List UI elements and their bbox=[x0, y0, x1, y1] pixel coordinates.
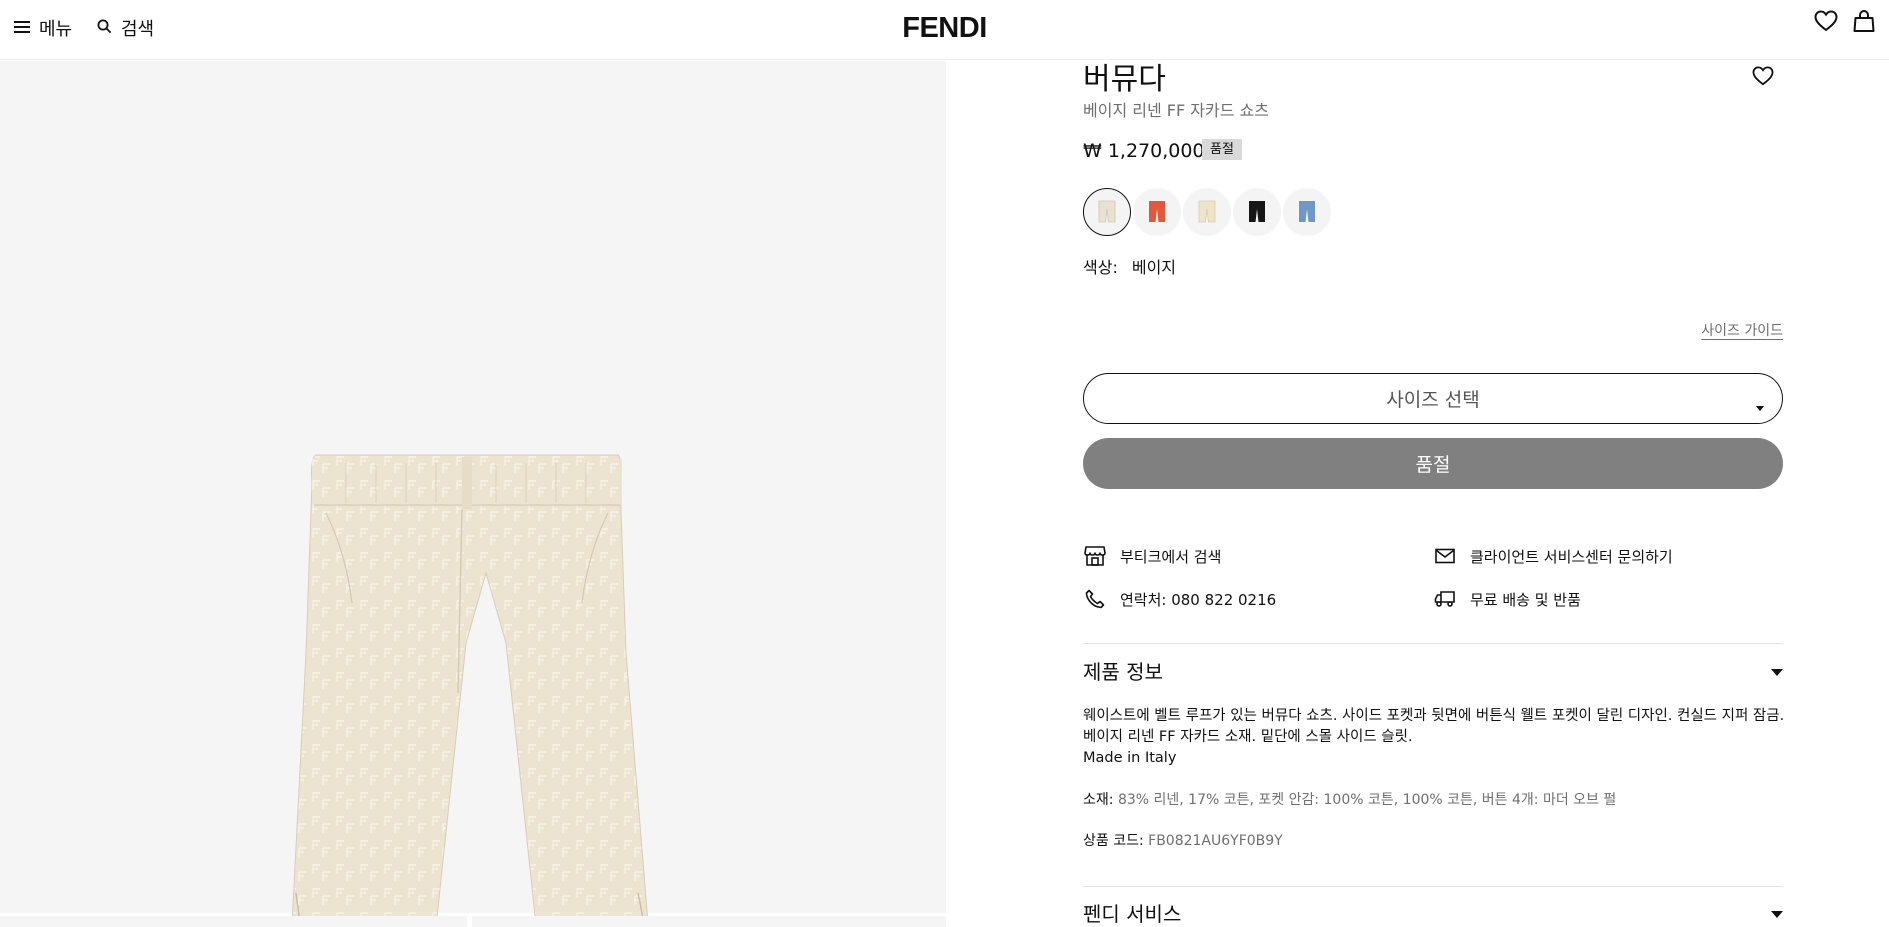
site-header: 메뉴 검색 FENDI bbox=[0, 0, 1889, 60]
product-code-value: FB0821AU6YF0B9Y bbox=[1148, 833, 1283, 849]
color-swatch[interactable] bbox=[1183, 188, 1231, 236]
product-info-accordion[interactable]: 제품 정보 bbox=[1083, 656, 1783, 684]
find-in-boutique-label: 부티크에서 검색 bbox=[1120, 547, 1222, 566]
product-info-title: 제품 정보 bbox=[1083, 659, 1163, 684]
divider bbox=[1083, 643, 1783, 644]
delivery-truck-icon bbox=[1434, 588, 1456, 610]
color-swatch[interactable] bbox=[1233, 188, 1281, 236]
store-icon bbox=[1084, 545, 1106, 567]
product-description: 웨이스트에 벨트 루프가 있는 버뮤다 쇼츠. 사이드 포켓과 뒷면에 버튼식 … bbox=[1083, 706, 1785, 769]
color-swatches bbox=[1083, 188, 1331, 236]
shopping-bag-button[interactable] bbox=[1853, 9, 1875, 37]
material-value: 83% 리넨, 17% 코튼, 포켓 안감: 100% 코튼, 100% 코튼,… bbox=[1117, 792, 1617, 808]
sold-out-button[interactable]: 품절 bbox=[1083, 438, 1783, 489]
find-in-boutique-link[interactable]: 부티크에서 검색 bbox=[1084, 545, 1221, 567]
description-line: 웨이스트에 벨트 루프가 있는 버뮤다 쇼츠. 사이드 포켓과 뒷면에 버튼식 … bbox=[1083, 708, 1785, 724]
wishlist-button[interactable] bbox=[1814, 10, 1838, 36]
thumbnail-image[interactable] bbox=[472, 916, 946, 927]
phone-icon bbox=[1084, 588, 1106, 610]
heart-icon bbox=[1752, 66, 1774, 90]
product-subtitle: 베이지 리넨 FF 자카드 쇼츠 bbox=[1083, 101, 1269, 120]
fendi-service-accordion[interactable]: 펜디 서비스 bbox=[1083, 898, 1783, 926]
fendi-service-title: 펜디 서비스 bbox=[1083, 901, 1182, 926]
search-label: 검색 bbox=[121, 19, 155, 40]
heart-icon bbox=[1814, 10, 1838, 36]
color-swatch[interactable] bbox=[1283, 188, 1331, 236]
product-image-panel[interactable] bbox=[0, 61, 946, 927]
description-line: 베이지 리넨 FF 자카드 소재. 밑단에 스몰 사이드 슬릿. bbox=[1083, 729, 1413, 745]
mail-icon bbox=[1434, 545, 1456, 567]
shopping-bag-icon bbox=[1853, 9, 1875, 37]
product-image bbox=[286, 453, 654, 927]
phone-contact-label: 연락처: 080 822 0216 bbox=[1120, 590, 1277, 609]
add-to-wishlist-button[interactable] bbox=[1752, 66, 1774, 90]
product-name: 버뮤다 bbox=[1083, 62, 1166, 97]
size-select-dropdown[interactable]: 사이즈 선택 bbox=[1083, 373, 1783, 424]
client-service-link[interactable]: 클라이언트 서비스센터 문의하기 bbox=[1434, 545, 1673, 567]
color-swatch[interactable] bbox=[1133, 188, 1181, 236]
made-in-label: Made in Italy bbox=[1083, 750, 1177, 766]
menu-label: 메뉴 bbox=[39, 19, 73, 40]
selected-color: 색상: 베이지 bbox=[1083, 257, 1176, 279]
color-value: 베이지 bbox=[1131, 258, 1177, 277]
divider bbox=[1083, 886, 1783, 887]
material-info: 소재: 83% 리넨, 17% 코튼, 포켓 안감: 100% 코튼, 100%… bbox=[1083, 790, 1616, 810]
color-label: 색상: bbox=[1083, 258, 1118, 277]
size-select-label: 사이즈 선택 bbox=[1386, 389, 1480, 411]
sold-out-badge: 품절 bbox=[1202, 139, 1242, 160]
free-shipping-label: 무료 배송 및 반품 bbox=[1470, 590, 1581, 609]
menu-button[interactable]: 메뉴 bbox=[14, 16, 72, 40]
phone-contact-link[interactable]: 연락처: 080 822 0216 bbox=[1084, 588, 1276, 610]
fendi-logo: FENDI bbox=[902, 12, 987, 44]
size-guide-link[interactable]: 사이즈 가이드 bbox=[1701, 320, 1783, 340]
search-button[interactable]: 검색 bbox=[97, 16, 154, 40]
product-price: ₩ 1,270,000 bbox=[1083, 140, 1205, 162]
hamburger-icon bbox=[14, 19, 30, 38]
color-swatch[interactable] bbox=[1083, 188, 1131, 236]
caret-down-icon bbox=[1771, 903, 1783, 922]
caret-down-icon bbox=[1771, 661, 1783, 680]
caret-down-icon bbox=[1756, 396, 1764, 415]
search-icon bbox=[97, 19, 112, 38]
product-code-label: 상품 코드: bbox=[1083, 833, 1144, 849]
material-label: 소재: bbox=[1083, 792, 1114, 808]
thumbnail-image[interactable] bbox=[0, 916, 467, 927]
client-service-label: 클라이언트 서비스센터 문의하기 bbox=[1470, 547, 1673, 566]
product-code: 상품 코드: FB0821AU6YF0B9Y bbox=[1083, 831, 1283, 851]
free-shipping-link[interactable]: 무료 배송 및 반품 bbox=[1434, 588, 1581, 610]
